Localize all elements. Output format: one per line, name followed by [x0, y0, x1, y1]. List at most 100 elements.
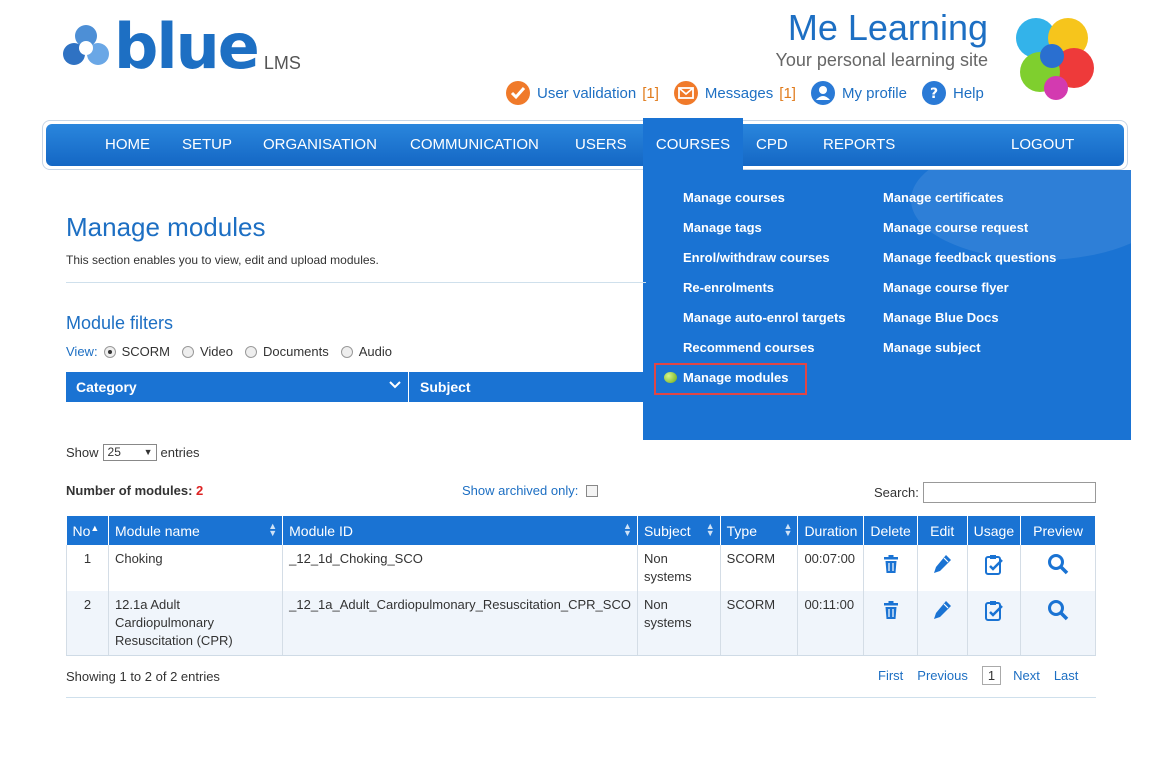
menu-manage-blue-docs[interactable]: Manage Blue Docs — [883, 310, 999, 325]
row-subject: Non systems — [637, 545, 721, 591]
nav-logout[interactable]: LOGOUT — [1011, 124, 1074, 166]
my-profile-link[interactable]: My profile — [810, 80, 907, 106]
module-count-label: Number of modules: — [66, 483, 193, 498]
show-label: Show — [66, 445, 99, 460]
menu-recommend-courses[interactable]: Recommend courses — [683, 340, 815, 355]
menu-manage-auto-enrol-targets[interactable]: Manage auto-enrol targets — [683, 310, 846, 325]
table-row: 1 Choking _12_1d_Choking_SCO Non systems… — [66, 545, 1096, 591]
sort-icon: ▲ ▼ — [783, 521, 793, 538]
page-size-control: Show 25 ▼ entries — [66, 444, 200, 461]
category-filter[interactable]: Category — [76, 379, 137, 395]
col-duration: Duration — [797, 516, 865, 545]
menu-manage-course-flyer[interactable]: Manage course flyer — [883, 280, 1009, 295]
menu-manage-certificates[interactable]: Manage certificates — [883, 190, 1004, 205]
user-validation-link[interactable]: User validation [1] — [505, 80, 659, 106]
menu-manage-subject[interactable]: Manage subject — [883, 340, 981, 355]
selected-bullet-icon — [664, 372, 677, 383]
sort-icon: ▲ ▼ — [705, 521, 715, 538]
page-previous[interactable]: Previous — [917, 668, 968, 683]
nav-organisation[interactable]: ORGANISATION — [263, 124, 377, 166]
page-size-value: 25 — [107, 445, 121, 459]
archived-checkbox[interactable] — [586, 484, 599, 497]
page-title: Manage modules — [66, 212, 266, 242]
page-last[interactable]: Last — [1054, 668, 1079, 683]
radio-audio-label: Audio — [358, 344, 392, 359]
usage-button[interactable] — [967, 591, 1022, 656]
radio-documents-label: Documents — [262, 344, 329, 359]
nav-home[interactable]: HOME — [105, 124, 150, 166]
edit-button[interactable] — [917, 545, 968, 591]
bottom-divider — [66, 697, 1096, 698]
menu-enrol-withdraw-courses[interactable]: Enrol/withdraw courses — [683, 250, 830, 265]
help-icon: ? — [922, 81, 946, 105]
help-link[interactable]: ? Help — [921, 80, 984, 106]
page-size-select[interactable]: 25 ▼ — [102, 444, 157, 461]
nav-cpd[interactable]: CPD — [756, 124, 788, 166]
menu-manage-tags[interactable]: Manage tags — [683, 220, 762, 235]
preview-button[interactable] — [1020, 591, 1096, 656]
page-first[interactable]: First — [878, 668, 903, 683]
chevron-down-icon[interactable] — [388, 378, 402, 395]
nav-communication[interactable]: COMMUNICATION — [410, 124, 539, 166]
messages-count: [1] — [779, 84, 796, 102]
user-validation-label: User validation — [537, 84, 637, 102]
user-validation-icon — [506, 81, 530, 105]
delete-button[interactable] — [863, 545, 918, 591]
nav-courses-label: COURSES — [655, 136, 731, 153]
radio-video-label: Video — [199, 344, 233, 359]
search-input[interactable] — [922, 482, 1096, 503]
menu-manage-feedback-questions[interactable]: Manage feedback questions — [883, 250, 1056, 265]
page-next[interactable]: Next — [1013, 668, 1040, 683]
view-filter: View: SCORM Video Documents Audio — [66, 344, 392, 359]
sort-icon: ▲ ▼ — [268, 521, 278, 538]
logo-icon — [63, 25, 109, 65]
row-module-name: Choking — [108, 545, 284, 591]
col-subject[interactable]: Subject ▲ ▼ — [637, 516, 721, 545]
user-validation-count: [1] — [642, 84, 659, 102]
radio-video[interactable] — [181, 345, 194, 358]
col-usage: Usage — [967, 516, 1022, 545]
filters-title: Module filters — [66, 313, 174, 333]
delete-button[interactable] — [863, 591, 918, 656]
radio-documents[interactable] — [244, 345, 257, 358]
usage-button[interactable] — [967, 545, 1022, 591]
col-module-name[interactable]: Module name ▲ ▼ — [108, 516, 284, 545]
divider — [66, 282, 646, 283]
row-module-id: _12_1a_Adult_Cardiopulmonary_Resuscitati… — [282, 591, 638, 656]
menu-manage-courses[interactable]: Manage courses — [683, 190, 785, 205]
trash-icon — [883, 601, 898, 619]
col-no[interactable]: No▲ — [66, 516, 109, 545]
select-arrow-icon: ▼ — [143, 447, 153, 457]
messages-label: Messages — [704, 84, 774, 102]
col-module-id[interactable]: Module ID ▲ ▼ — [282, 516, 638, 545]
row-module-name: 12.1a Adult Cardiopulmonary Resuscitatio… — [108, 591, 284, 656]
pencil-icon — [934, 601, 952, 619]
subject-filter[interactable]: Subject — [420, 379, 471, 395]
col-type[interactable]: Type ▲ ▼ — [720, 516, 799, 545]
page-current[interactable]: 1 — [981, 666, 1002, 685]
preview-button[interactable] — [1020, 545, 1096, 591]
svg-text:?: ? — [930, 86, 938, 102]
menu-re-enrolments[interactable]: Re-enrolments — [683, 280, 774, 295]
archived-filter: Show archived only: — [462, 483, 599, 498]
site-title: Me Learning Your personal learning site — [776, 8, 988, 71]
row-module-id: _12_1d_Choking_SCO — [282, 545, 638, 591]
edit-button[interactable] — [917, 591, 968, 656]
sort-icon: ▲ ▼ — [623, 521, 632, 538]
site-tagline: Your personal learning site — [775, 50, 988, 70]
nav-courses[interactable]: COURSES — [643, 118, 743, 170]
messages-link[interactable]: Messages [1] — [673, 80, 796, 106]
nav-users[interactable]: USERS — [575, 124, 627, 166]
pagination: First Previous 1 Next Last — [878, 666, 1092, 685]
view-label: View: — [66, 344, 98, 359]
col-preview: Preview — [1020, 516, 1096, 545]
selected-menu-highlight — [654, 363, 807, 395]
nav-setup[interactable]: SETUP — [182, 124, 232, 166]
magnifier-icon — [1048, 554, 1069, 575]
radio-scorm[interactable] — [103, 345, 116, 358]
radio-audio[interactable] — [340, 345, 353, 358]
filter-bar: Category Subject — [66, 372, 643, 402]
table-row: 2 12.1a Adult Cardiopulmonary Resuscitat… — [66, 591, 1096, 656]
nav-reports[interactable]: REPORTS — [823, 124, 895, 166]
menu-manage-course-request[interactable]: Manage course request — [883, 220, 1028, 235]
